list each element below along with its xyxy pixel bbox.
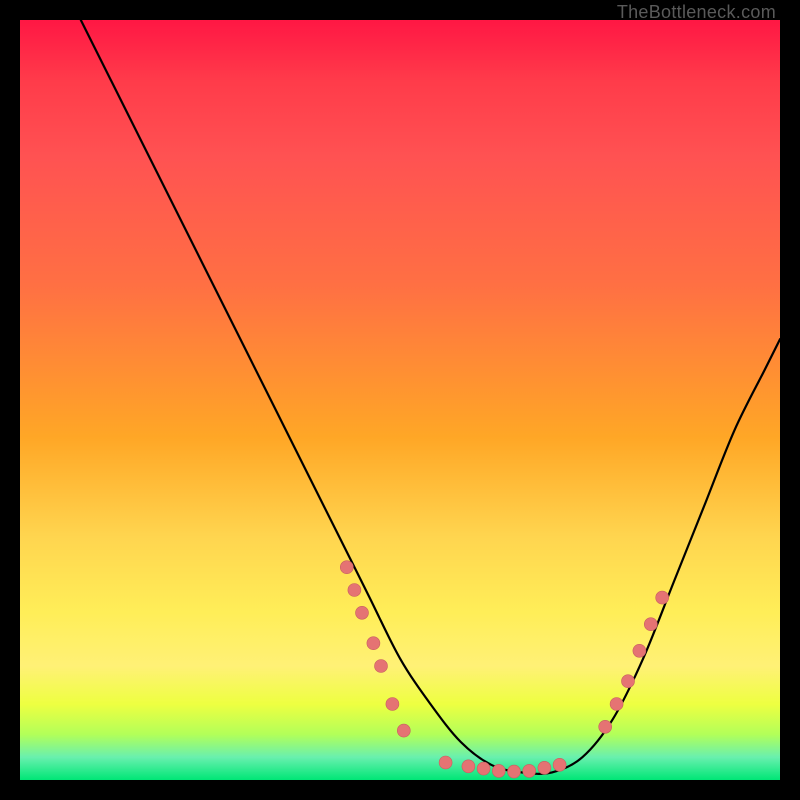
bottleneck-curve xyxy=(81,20,780,774)
data-point xyxy=(386,698,399,711)
data-point xyxy=(644,618,657,631)
data-point xyxy=(610,698,623,711)
data-point xyxy=(397,724,410,737)
data-point xyxy=(462,760,475,773)
data-point xyxy=(633,644,646,657)
data-point xyxy=(356,606,369,619)
data-point xyxy=(656,591,669,604)
data-point xyxy=(348,584,361,597)
chart-svg xyxy=(20,20,780,780)
data-point xyxy=(622,675,635,688)
data-point xyxy=(538,761,551,774)
data-markers xyxy=(340,561,668,778)
data-point xyxy=(477,762,490,775)
data-point xyxy=(523,764,536,777)
data-point xyxy=(367,637,380,650)
data-point xyxy=(439,756,452,769)
plot-area xyxy=(20,20,780,780)
data-point xyxy=(375,660,388,673)
chart-frame: TheBottleneck.com xyxy=(0,0,800,800)
data-point xyxy=(553,758,566,771)
data-point xyxy=(508,765,521,778)
data-point xyxy=(340,561,353,574)
data-point xyxy=(599,720,612,733)
data-point xyxy=(492,764,505,777)
